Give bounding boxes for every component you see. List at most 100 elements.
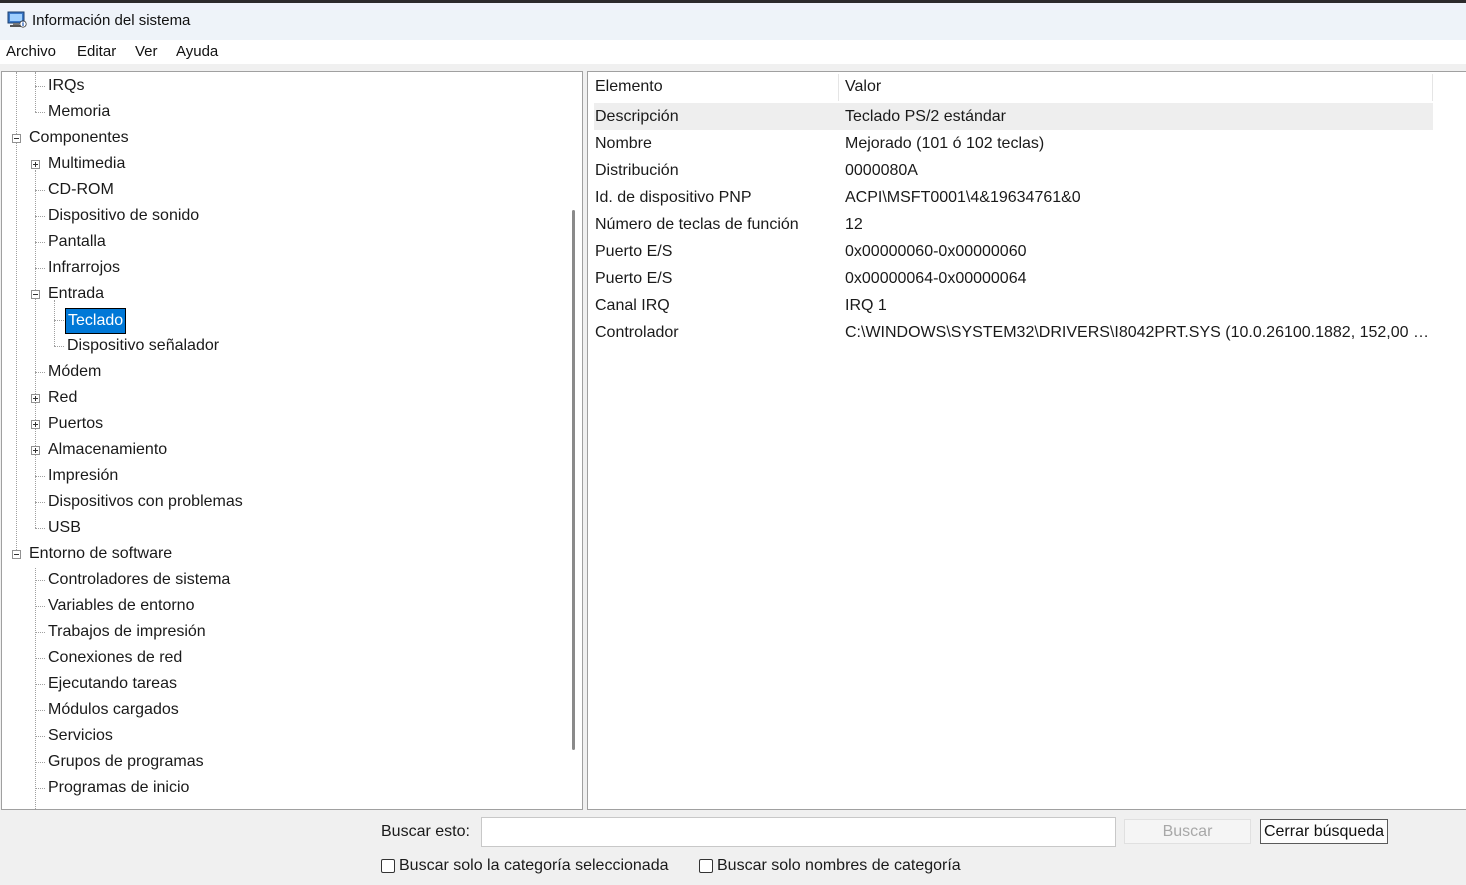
table-row[interactable]: Id. de dispositivo PNP ACPI\MSFT0001\4&19… (594, 184, 1433, 211)
tree-item[interactable]: Impresión (2, 464, 562, 488)
tree-item[interactable]: Módulos cargados (2, 698, 562, 722)
tree-item[interactable]: Servicios (2, 724, 562, 748)
menu-archivo[interactable]: Archivo (6, 43, 56, 60)
tree-item-label[interactable]: Módulos cargados (46, 698, 181, 722)
collapse-icon[interactable] (12, 550, 21, 559)
tree-item-label[interactable]: Módem (46, 360, 103, 384)
tree-item-label[interactable]: Multimedia (46, 152, 127, 176)
tree-item[interactable]: Ejecutando tareas (2, 672, 562, 696)
only-category-names-checkbox[interactable] (699, 859, 713, 873)
tree-item-label[interactable]: Impresión (46, 464, 120, 488)
tree-item[interactable]: IRQs (2, 74, 562, 98)
only-category-names-option[interactable]: Buscar solo nombres de categoría (699, 857, 961, 875)
tree-item[interactable]: Entrada (2, 282, 562, 306)
tree-item-label[interactable]: Programas de inicio (46, 776, 191, 800)
tree-item[interactable]: CD-ROM (2, 178, 562, 202)
tree-item[interactable]: Multimedia (2, 152, 562, 176)
tree-item-label[interactable]: Grupos de programas (46, 750, 206, 774)
table-row[interactable]: Número de teclas de función 12 (594, 211, 1433, 238)
table-row[interactable]: Puerto E/S 0x00000064-0x00000064 (594, 265, 1433, 292)
expand-icon[interactable] (31, 446, 40, 455)
tree-item[interactable]: Variables de entorno (2, 594, 562, 618)
expand-icon[interactable] (31, 160, 40, 169)
tree-item[interactable]: Memoria (2, 100, 562, 124)
column-header-element[interactable]: Elemento (595, 78, 663, 96)
tree-item-label[interactable]: Conexiones de red (46, 646, 184, 670)
tree-item[interactable]: Pantalla (2, 230, 562, 254)
tree-item[interactable]: Conexiones de red (2, 646, 562, 670)
menu-editar[interactable]: Editar (77, 43, 116, 60)
column-divider[interactable] (1432, 74, 1433, 101)
menu-ver[interactable]: Ver (135, 43, 158, 60)
tree-item[interactable]: Programas de inicio (2, 776, 562, 800)
tree-item[interactable]: Almacenamiento (2, 438, 562, 462)
tree-item[interactable]: Infrarrojos (2, 256, 562, 280)
tree-item[interactable]: Componentes (2, 126, 562, 150)
tree-item[interactable]: Módem (2, 360, 562, 384)
table-row[interactable]: Controlador C:\WINDOWS\SYSTEM32\DRIVERS\I… (594, 319, 1433, 346)
tree-item-label[interactable]: Dispositivo señalador (65, 334, 221, 358)
tree-item[interactable]: Dispositivo de sonido (2, 204, 562, 228)
expand-icon[interactable] (31, 420, 40, 429)
tree-item-label[interactable]: Pantalla (46, 230, 108, 254)
category-tree[interactable]: IRQs Memoria Componentes Multimedia CD-ROM Di… (1, 71, 583, 810)
tree-item-label[interactable]: Teclado (65, 308, 127, 334)
only-selected-category-checkbox[interactable] (381, 859, 395, 873)
tree-item-label[interactable]: Componentes (27, 126, 131, 150)
only-selected-category-option[interactable]: Buscar solo la categoría seleccionada (381, 857, 669, 875)
tree-item[interactable]: Controladores de sistema (2, 568, 562, 592)
tree-item-label[interactable]: Ejecutando tareas (46, 672, 179, 696)
table-row[interactable]: Distribución 0000080A (594, 157, 1433, 184)
tree-item-label[interactable]: Entrada (46, 282, 106, 306)
tree-item-label[interactable]: USB (46, 516, 83, 540)
element-cell: Descripción (595, 108, 679, 125)
tree-item[interactable]: Trabajos de impresión (2, 620, 562, 644)
collapse-icon[interactable] (12, 134, 21, 143)
table-row[interactable]: Canal IRQ IRQ 1 (594, 292, 1433, 319)
table-row[interactable]: Nombre Mejorado (101 ó 102 teclas) (594, 130, 1433, 157)
tree-item-label[interactable]: Trabajos de impresión (46, 620, 208, 644)
tree-item-label[interactable]: Red (46, 386, 79, 410)
title-bar[interactable]: Información del sistema (0, 3, 1466, 40)
tree-item-label[interactable]: Almacenamiento (46, 438, 169, 462)
column-divider[interactable] (838, 74, 839, 101)
tree-item-label[interactable]: Dispositivos con problemas (46, 490, 245, 514)
list-header: Elemento Valor (588, 72, 1433, 102)
tree-item[interactable]: Puertos (2, 412, 562, 436)
tree-scrollbar-thumb[interactable] (572, 210, 575, 750)
close-search-button[interactable]: Cerrar búsqueda (1260, 819, 1388, 844)
tree-item-label[interactable]: Memoria (46, 100, 112, 124)
tree-item-label[interactable]: CD-ROM (46, 178, 116, 202)
element-cell: Número de teclas de función (595, 216, 799, 233)
system-information-icon (7, 11, 27, 28)
tree-item[interactable]: Entorno de software (2, 542, 562, 566)
tree-item-label[interactable]: Infrarrojos (46, 256, 122, 280)
details-list[interactable]: Elemento Valor Descripción Teclado PS/2 e… (587, 71, 1466, 810)
tree-scrollbar[interactable] (565, 72, 582, 809)
expand-icon[interactable] (31, 394, 40, 403)
tree-item[interactable]: Dispositivos con problemas (2, 490, 562, 514)
value-cell: IRQ 1 (845, 297, 887, 314)
find-button[interactable]: Buscar (1124, 819, 1251, 844)
table-row[interactable]: Descripción Teclado PS/2 estándar (594, 103, 1433, 130)
table-row[interactable]: Puerto E/S 0x00000060-0x00000060 (594, 238, 1433, 265)
tree-item-label[interactable]: IRQs (46, 74, 86, 98)
tree-item-label[interactable]: Variables de entorno (46, 594, 196, 618)
tree-item[interactable]: Red (2, 386, 562, 410)
tree-item[interactable]: Dispositivo señalador (2, 334, 562, 358)
element-cell: Id. de dispositivo PNP (595, 189, 752, 206)
tree-item-label[interactable]: Controladores de sistema (46, 568, 232, 592)
search-input[interactable] (481, 817, 1116, 847)
tree-item[interactable]: Teclado (2, 308, 562, 334)
collapse-icon[interactable] (31, 290, 40, 299)
tree-item-label[interactable]: Entorno de software (27, 542, 174, 566)
search-label: Buscar esto: (381, 823, 470, 840)
tree-item[interactable]: USB (2, 516, 562, 540)
column-header-value[interactable]: Valor (845, 78, 881, 96)
tree-item[interactable]: Grupos de programas (2, 750, 562, 774)
tree-item-label[interactable]: Servicios (46, 724, 115, 748)
menu-ayuda[interactable]: Ayuda (176, 43, 218, 60)
tree-item-label[interactable]: Puertos (46, 412, 105, 436)
value-cell: 0000080A (845, 162, 918, 179)
tree-item-label[interactable]: Dispositivo de sonido (46, 204, 201, 228)
